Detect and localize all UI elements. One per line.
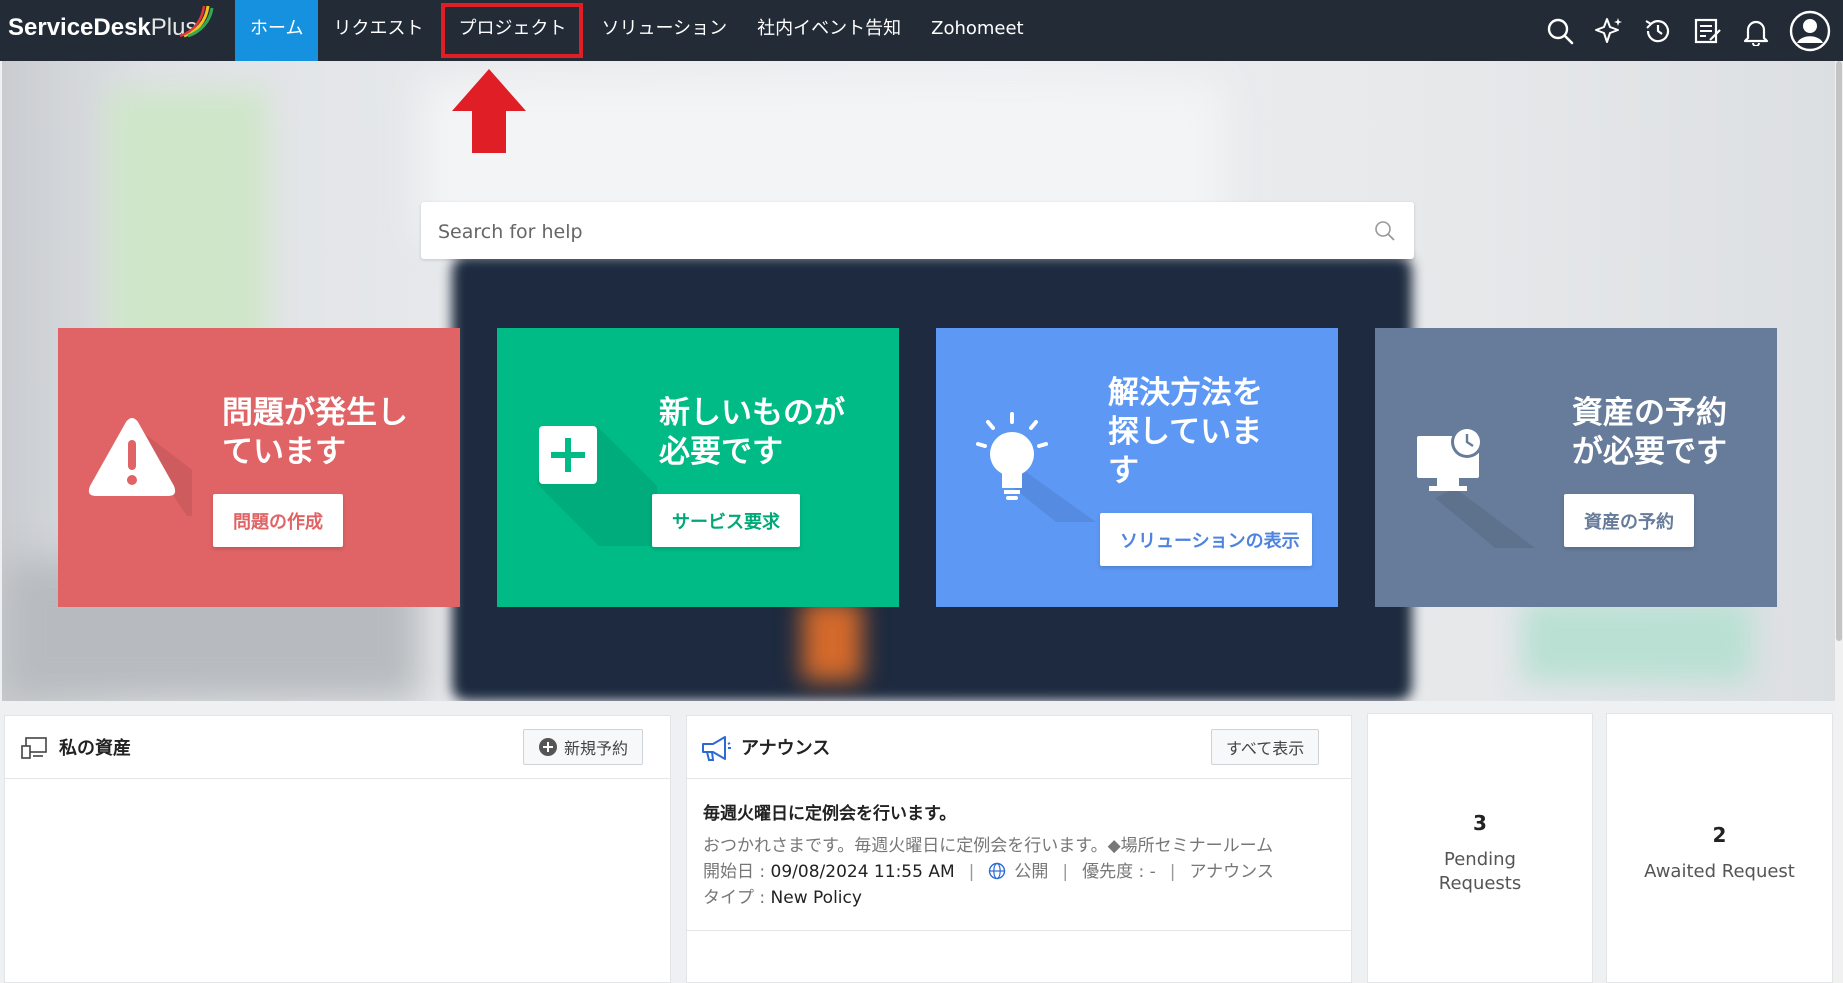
- pending-requests-count: 3: [1473, 811, 1487, 835]
- globe-icon: [989, 862, 1006, 880]
- priority-value: 優先度 : -: [1082, 862, 1156, 882]
- add-icon: [537, 426, 657, 546]
- my-assets-panel: 私の資産 新規予約: [4, 715, 671, 983]
- card-title-line: 資産の予約: [1572, 395, 1727, 431]
- announcement-description: おつかれさまです。毎週火曜日に定例会を行います。◆場所セミナールーム: [703, 836, 1274, 856]
- stat-label-line: Requests: [1438, 873, 1522, 894]
- awaited-request-widget[interactable]: 2 Awaited Request: [1606, 713, 1833, 983]
- awaited-request-count: 2: [1712, 823, 1727, 847]
- sparkle-icon[interactable]: [1593, 15, 1625, 47]
- card-title-line: 解決方法を: [1108, 375, 1263, 411]
- card-title: 解決方法を 探していま す: [1108, 374, 1263, 491]
- nav-tab-home[interactable]: ホーム: [235, 0, 319, 61]
- card-title-line: が必要です: [1572, 434, 1727, 470]
- stat-label-line: Pending: [1444, 849, 1516, 870]
- card-title-line: 問題が発生し: [222, 395, 408, 431]
- help-search-box: [421, 202, 1414, 261]
- card-service-request[interactable]: 新しいものが 必要です サービス要求: [497, 328, 899, 607]
- banner-background: [802, 601, 862, 681]
- card-title-line: ています: [222, 434, 346, 470]
- main-nav: ホーム リクエスト プロジェクト ソリューション 社内イベント告知 Zohome…: [235, 0, 1039, 61]
- type-label: タイプ :: [703, 888, 771, 908]
- announcement-type: タイプ : New Policy: [703, 883, 862, 908]
- announcements-panel: アナウンス すべて表示 毎週火曜日に定例会を行います。 おつかれさまです。毎週火…: [686, 715, 1352, 983]
- nav-tab-internal-events[interactable]: 社内イベント告知: [742, 0, 916, 61]
- monitor-clock-icon: [1417, 428, 1535, 548]
- pending-requests-widget[interactable]: 3 Pending Requests: [1367, 713, 1593, 983]
- nav-tab-requests[interactable]: リクエスト: [318, 0, 438, 61]
- awaited-request-label: Awaited Request: [1644, 861, 1795, 882]
- app-logo[interactable]: ServiceDeskPlus: [8, 14, 197, 42]
- card-reserve-asset[interactable]: 資産の予約 が必要です 資産の予約: [1375, 328, 1777, 607]
- panel-header: 私の資産 新規予約: [5, 716, 670, 779]
- start-date-value: 09/08/2024 11:55 AM: [770, 862, 955, 882]
- card-title-line: 新しいものが: [659, 395, 845, 431]
- top-navigation-bar: ServiceDeskPlus ホーム リクエスト プロジェクト ソリューション…: [0, 0, 1843, 61]
- card-title: 資産の予約 が必要です: [1572, 394, 1727, 472]
- my-assets-title: 私の資産: [59, 738, 131, 759]
- card-find-solution[interactable]: 解決方法を 探していま す ソリューションの表示: [936, 328, 1338, 607]
- card-title: 問題が発生し ています: [222, 394, 408, 472]
- logo-swoosh-icon: [179, 5, 214, 38]
- top-icon-group: [1544, 0, 1831, 61]
- warning-icon: [88, 418, 192, 516]
- view-solutions-button[interactable]: ソリューションの表示: [1100, 513, 1312, 566]
- search-icon[interactable]: [1544, 15, 1576, 47]
- visibility-value: 公開: [1014, 862, 1049, 882]
- divider: [687, 930, 1351, 931]
- new-reservation-button[interactable]: 新規予約: [523, 729, 644, 765]
- card-report-issue[interactable]: 問題が発生し ています 問題の作成: [58, 328, 460, 607]
- help-search-input[interactable]: [436, 202, 1360, 261]
- announcement-title[interactable]: 毎週火曜日に定例会を行います。: [703, 799, 956, 824]
- search-input-icon[interactable]: [1374, 220, 1396, 242]
- type-value: New Policy: [770, 888, 862, 908]
- card-title-line: 必要です: [659, 434, 783, 470]
- nav-tab-projects[interactable]: プロジェクト: [438, 0, 586, 61]
- logo-text: ServiceDesk: [8, 14, 151, 41]
- megaphone-icon: [702, 736, 731, 761]
- pending-requests-label: Pending Requests: [1368, 848, 1592, 896]
- panel-header: アナウンス すべて表示: [687, 716, 1351, 779]
- history-icon[interactable]: [1642, 15, 1674, 47]
- page-scrollbar-thumb[interactable]: [1836, 61, 1842, 641]
- reserve-asset-button[interactable]: 資産の予約: [1564, 494, 1694, 547]
- banner-background: [1522, 601, 1752, 681]
- card-title: 新しいものが 必要です: [659, 394, 845, 472]
- create-issue-button[interactable]: 問題の作成: [213, 494, 343, 547]
- announcements-title: アナウンス: [741, 738, 831, 759]
- card-title-line: 探していま: [1108, 414, 1263, 450]
- lightbulb-icon: [976, 412, 1096, 522]
- red-arrow-annotation-icon: [452, 69, 526, 153]
- start-date-label: 開始日 :: [703, 862, 771, 882]
- bell-icon[interactable]: [1740, 15, 1772, 47]
- service-request-button[interactable]: サービス要求: [652, 494, 800, 547]
- announcement-meta: 開始日 : 09/08/2024 11:55 AM | 公開 | 優先度 : - | アナウ…: [703, 862, 1274, 882]
- nav-tab-zohomeet[interactable]: Zohomeet: [916, 0, 1039, 61]
- view-all-button[interactable]: すべて表示: [1211, 729, 1320, 765]
- nav-tab-solutions[interactable]: ソリューション: [586, 0, 742, 61]
- card-title-line: す: [1108, 453, 1139, 489]
- type-prefix: アナウンス: [1189, 862, 1274, 882]
- notes-icon[interactable]: [1691, 15, 1723, 47]
- new-reservation-label: 新規予約: [564, 739, 629, 758]
- add-circle-icon: [539, 738, 557, 756]
- user-avatar-icon[interactable]: [1789, 10, 1831, 52]
- asset-icon: [21, 737, 47, 759]
